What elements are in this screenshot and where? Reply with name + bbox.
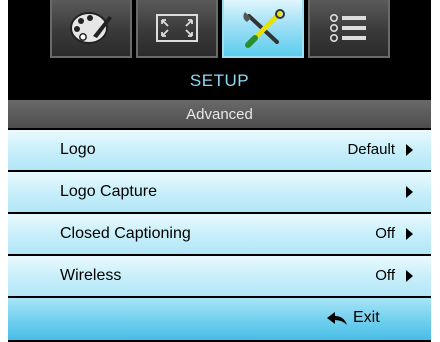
projector-osd-menu: SETUP Advanced Logo Default Logo Capture…: [8, 0, 431, 342]
menu-item-value: Default: [347, 141, 395, 158]
menu-item-wireless[interactable]: Wireless Off: [8, 256, 431, 296]
tools-icon: [243, 9, 285, 48]
menu-item-label: Logo: [60, 141, 96, 158]
tab-bar: [8, 0, 431, 62]
menu-item-value: Off: [375, 267, 395, 284]
page-title: SETUP: [8, 62, 431, 100]
tab-image[interactable]: [50, 0, 132, 58]
return-arrow-icon: [327, 312, 347, 325]
menu-item-label: Wireless: [60, 267, 122, 284]
chevron-right-icon: [406, 186, 413, 198]
exit-label: Exit: [353, 309, 380, 326]
chevron-right-icon: [406, 228, 413, 240]
chevron-right-icon: [406, 144, 413, 156]
menu-item-label: Logo Capture: [60, 183, 157, 200]
menu-list: Logo Default Logo Capture Closed Caption…: [8, 130, 431, 298]
tab-setup[interactable]: [222, 0, 304, 58]
menu-item-logo-capture[interactable]: Logo Capture: [8, 172, 431, 212]
list-icon: [330, 14, 366, 42]
menu-item-closed-captioning[interactable]: Closed Captioning Off: [8, 214, 431, 254]
exit-button[interactable]: Exit: [8, 298, 431, 340]
page-subtitle: Advanced: [8, 100, 431, 128]
tab-options[interactable]: [308, 0, 390, 58]
screen-resize-icon: [156, 14, 198, 42]
tab-display[interactable]: [136, 0, 218, 58]
menu-item-logo[interactable]: Logo Default: [8, 130, 431, 170]
palette-icon: [70, 12, 112, 44]
chevron-right-icon: [406, 270, 413, 282]
menu-item-label: Closed Captioning: [60, 225, 191, 242]
menu-item-value: Off: [375, 225, 395, 242]
